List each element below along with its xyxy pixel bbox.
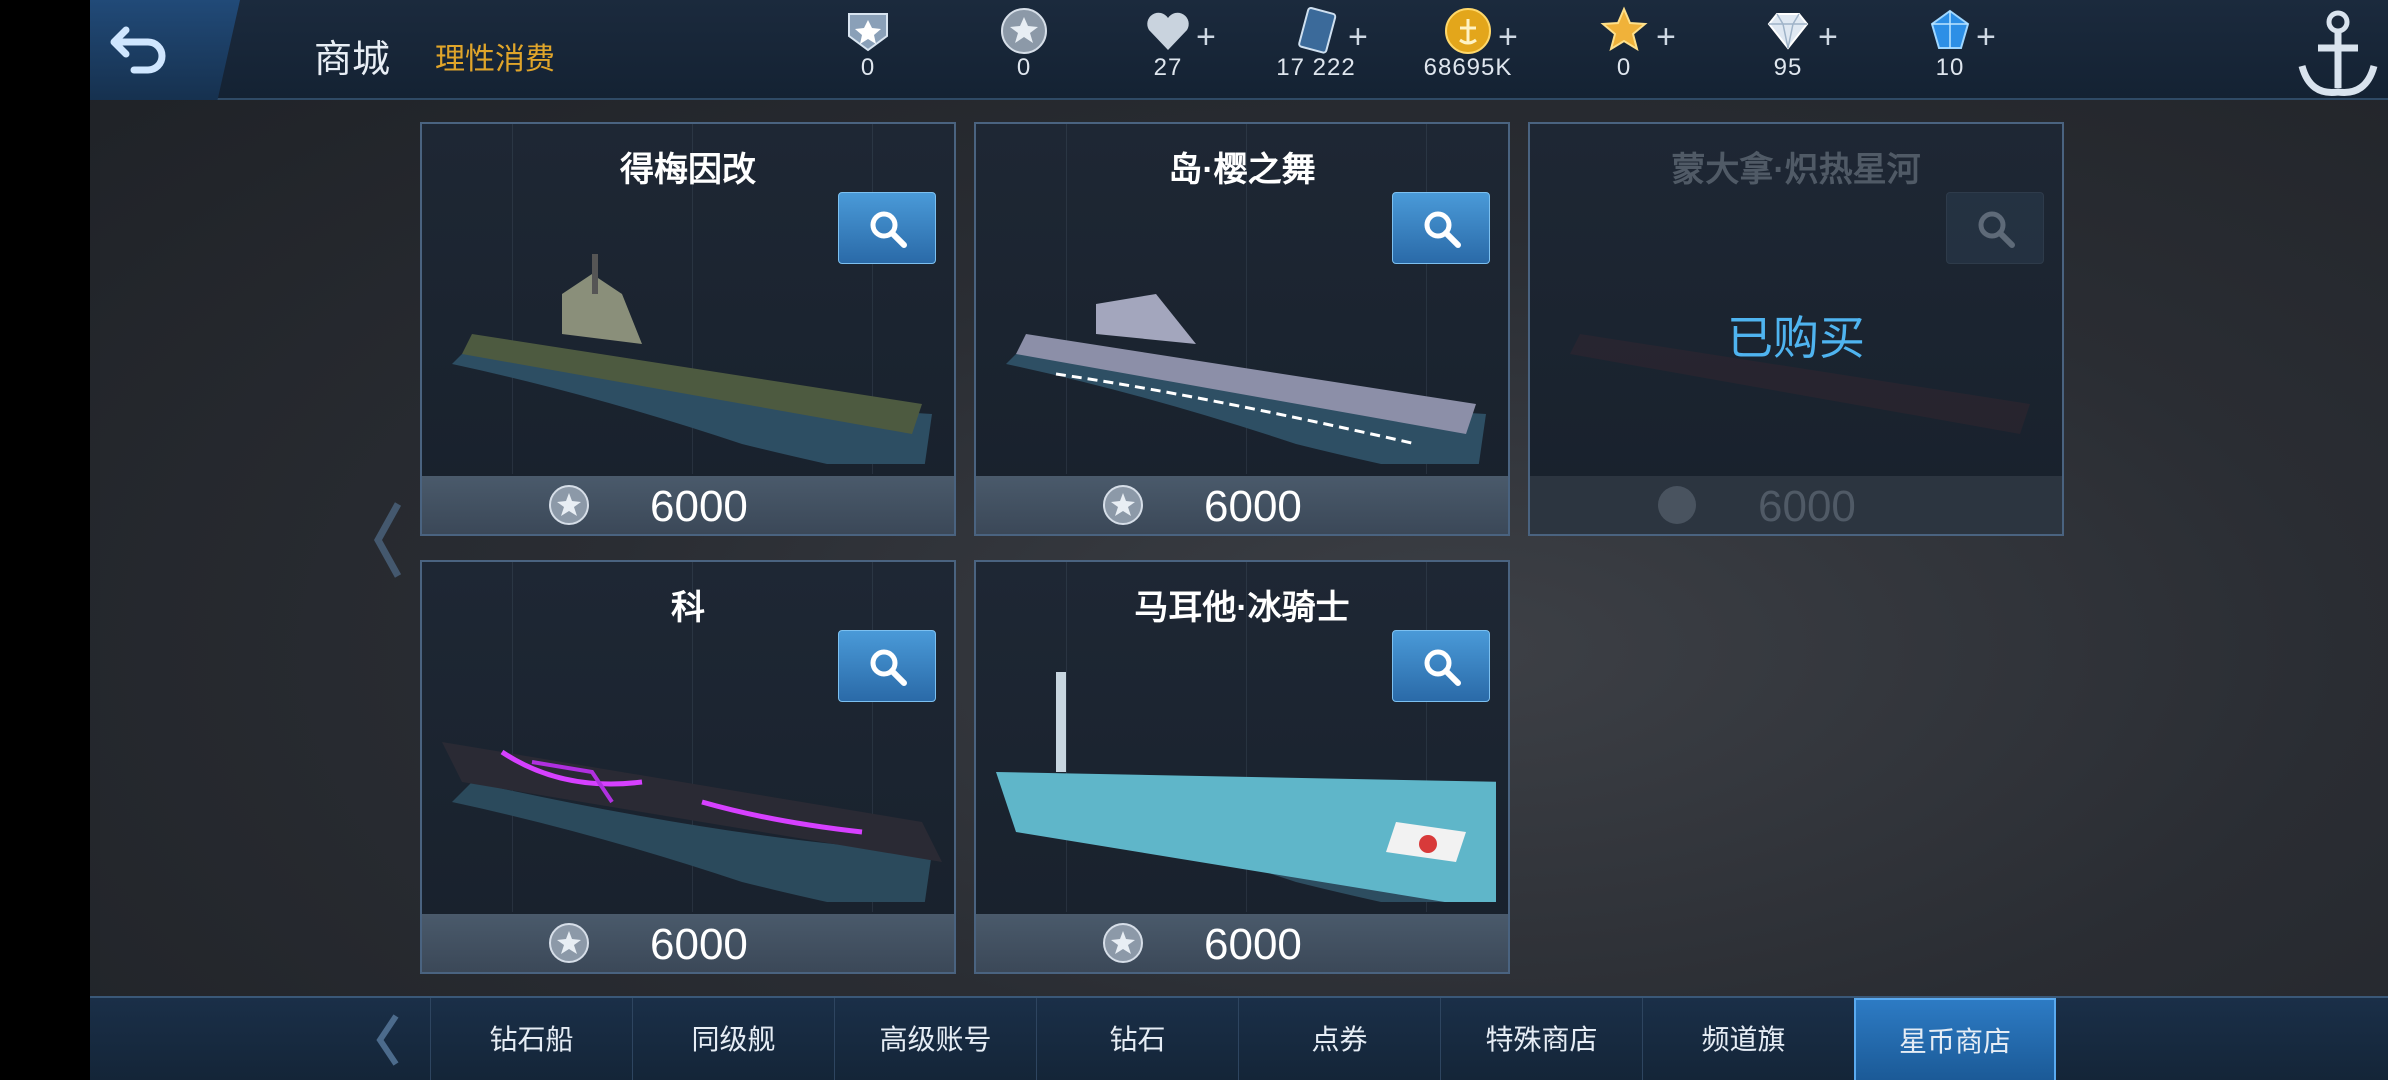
plus-icon: + — [1498, 18, 1518, 56]
plus-icon: + — [1196, 18, 1216, 56]
tab-channel-flag[interactable]: 频道旗 — [1642, 998, 1844, 1080]
shop-screen: 商城 理性消费 0 0 + 27 + 17 222 + 68695K + 0 +… — [90, 0, 2388, 1080]
price-bar: 6000 — [1530, 476, 2062, 534]
star-coin-icon — [1103, 923, 1143, 963]
price-bar: 6000 — [422, 476, 954, 534]
heart-icon — [1147, 12, 1189, 50]
item-price: 6000 — [1204, 482, 1302, 531]
shop-item-card[interactable]: 岛·樱之舞 6000 — [974, 122, 1510, 536]
back-arrow-icon — [110, 26, 166, 74]
bottom-tab-bar: 钻石船 同级舰 高级账号 钻石 点券 特殊商店 频道旗 星币商店 — [90, 996, 2388, 1080]
currency-value: 0 — [860, 54, 876, 81]
currency-blue-gem[interactable]: + 10 — [1890, 0, 2010, 100]
search-icon — [1424, 211, 1461, 248]
ship-image — [442, 742, 942, 902]
item-price: 6000 — [650, 920, 748, 969]
plus-icon: + — [1818, 18, 1838, 56]
inspect-button[interactable] — [838, 630, 936, 702]
top-bar: 商城 理性消费 0 0 + 27 + 17 222 + 68695K + 0 +… — [90, 0, 2388, 100]
page-prev-arrow-icon[interactable] — [372, 500, 402, 580]
price-bar: 6000 — [976, 476, 1508, 534]
inspect-button[interactable] — [1946, 192, 2044, 264]
tab-diamond[interactable]: 钻石 — [1036, 998, 1238, 1080]
ship-image — [996, 672, 1496, 902]
tab-star-coin-shop[interactable]: 星币商店 — [1854, 998, 2056, 1080]
purchased-label: 已购买 — [1727, 312, 1865, 364]
plus-icon: + — [1656, 18, 1676, 56]
item-price: 6000 — [1758, 482, 1856, 531]
inspect-button[interactable] — [1392, 630, 1490, 702]
search-icon — [1424, 649, 1461, 686]
back-button[interactable] — [108, 18, 178, 78]
anchor-icon[interactable] — [2288, 0, 2388, 110]
shop-item-card-purchased[interactable]: 蒙大拿·炽热星河 已购买 6000 — [1528, 122, 2064, 536]
tab-prev-arrow-icon[interactable] — [374, 1012, 400, 1068]
star-coin-icon — [1658, 486, 1696, 524]
tab-coupon[interactable]: 点券 — [1238, 998, 1440, 1080]
gold-coin-icon — [1445, 8, 1491, 54]
star-coin-icon — [549, 485, 589, 525]
currency-rank[interactable]: 0 — [808, 0, 928, 100]
currency-value: 0 — [1616, 54, 1632, 81]
plus-icon: + — [1348, 18, 1368, 56]
currency-card[interactable]: + 17 222 — [1256, 0, 1376, 100]
card-icon — [1298, 7, 1337, 54]
left-black-bar — [0, 0, 90, 1080]
item-name: 马耳他·冰骑士 — [1134, 589, 1350, 627]
currency-heart[interactable]: + 27 — [1108, 0, 1228, 100]
star-coin-icon — [549, 923, 589, 963]
item-name: 岛·樱之舞 — [1168, 151, 1316, 189]
item-name: 科 — [671, 589, 705, 627]
ship-image — [1006, 294, 1486, 464]
plus-icon: + — [1976, 18, 1996, 56]
page-subtitle: 理性消费 — [435, 43, 555, 76]
search-icon — [870, 211, 907, 248]
currency-diamond[interactable]: + 95 — [1728, 0, 1848, 100]
item-price: 6000 — [1204, 920, 1302, 969]
page-title: 商城 — [314, 39, 391, 81]
item-name: 得梅因改 — [620, 151, 756, 189]
shop-item-card[interactable]: 马耳他·冰骑士 6000 — [974, 560, 1510, 974]
tab-same-class[interactable]: 同级舰 — [632, 998, 834, 1080]
rank-badge-icon — [848, 13, 888, 52]
search-icon — [1978, 211, 2015, 248]
item-price: 6000 — [650, 482, 748, 531]
item-name: 蒙大拿·炽热星河 — [1671, 151, 1921, 189]
currency-value: 0 — [1016, 54, 1032, 81]
inspect-button[interactable] — [838, 192, 936, 264]
currency-star-coin[interactable]: 0 — [964, 0, 1084, 100]
diamond-icon — [1767, 13, 1809, 50]
tab-diamond-ship[interactable]: 钻石船 — [430, 998, 632, 1080]
price-bar: 6000 — [976, 914, 1508, 972]
currency-value: 68695K — [1423, 54, 1513, 81]
gold-star-icon — [1600, 6, 1648, 52]
currency-value: 17 222 — [1276, 54, 1356, 81]
currency-value: 27 — [1153, 54, 1183, 81]
currency-value: 10 — [1935, 54, 1965, 81]
currency-gold[interactable]: + 68695K — [1408, 0, 1528, 100]
shop-item-card[interactable]: 得梅因改 6000 — [420, 122, 956, 536]
tab-premium-account[interactable]: 高级账号 — [834, 998, 1036, 1080]
inspect-button[interactable] — [1392, 192, 1490, 264]
star-coin-icon — [1103, 485, 1143, 525]
shop-item-card[interactable]: 科 6000 — [420, 560, 956, 974]
star-coin-icon — [1001, 8, 1047, 54]
currency-value: 95 — [1773, 54, 1803, 81]
tab-special-shop[interactable]: 特殊商店 — [1440, 998, 1642, 1080]
currency-gold-star[interactable]: + 0 — [1564, 0, 1684, 100]
price-bar: 6000 — [422, 914, 954, 972]
search-icon — [870, 649, 907, 686]
blue-gem-icon — [1930, 9, 1970, 49]
ship-image — [452, 254, 932, 464]
